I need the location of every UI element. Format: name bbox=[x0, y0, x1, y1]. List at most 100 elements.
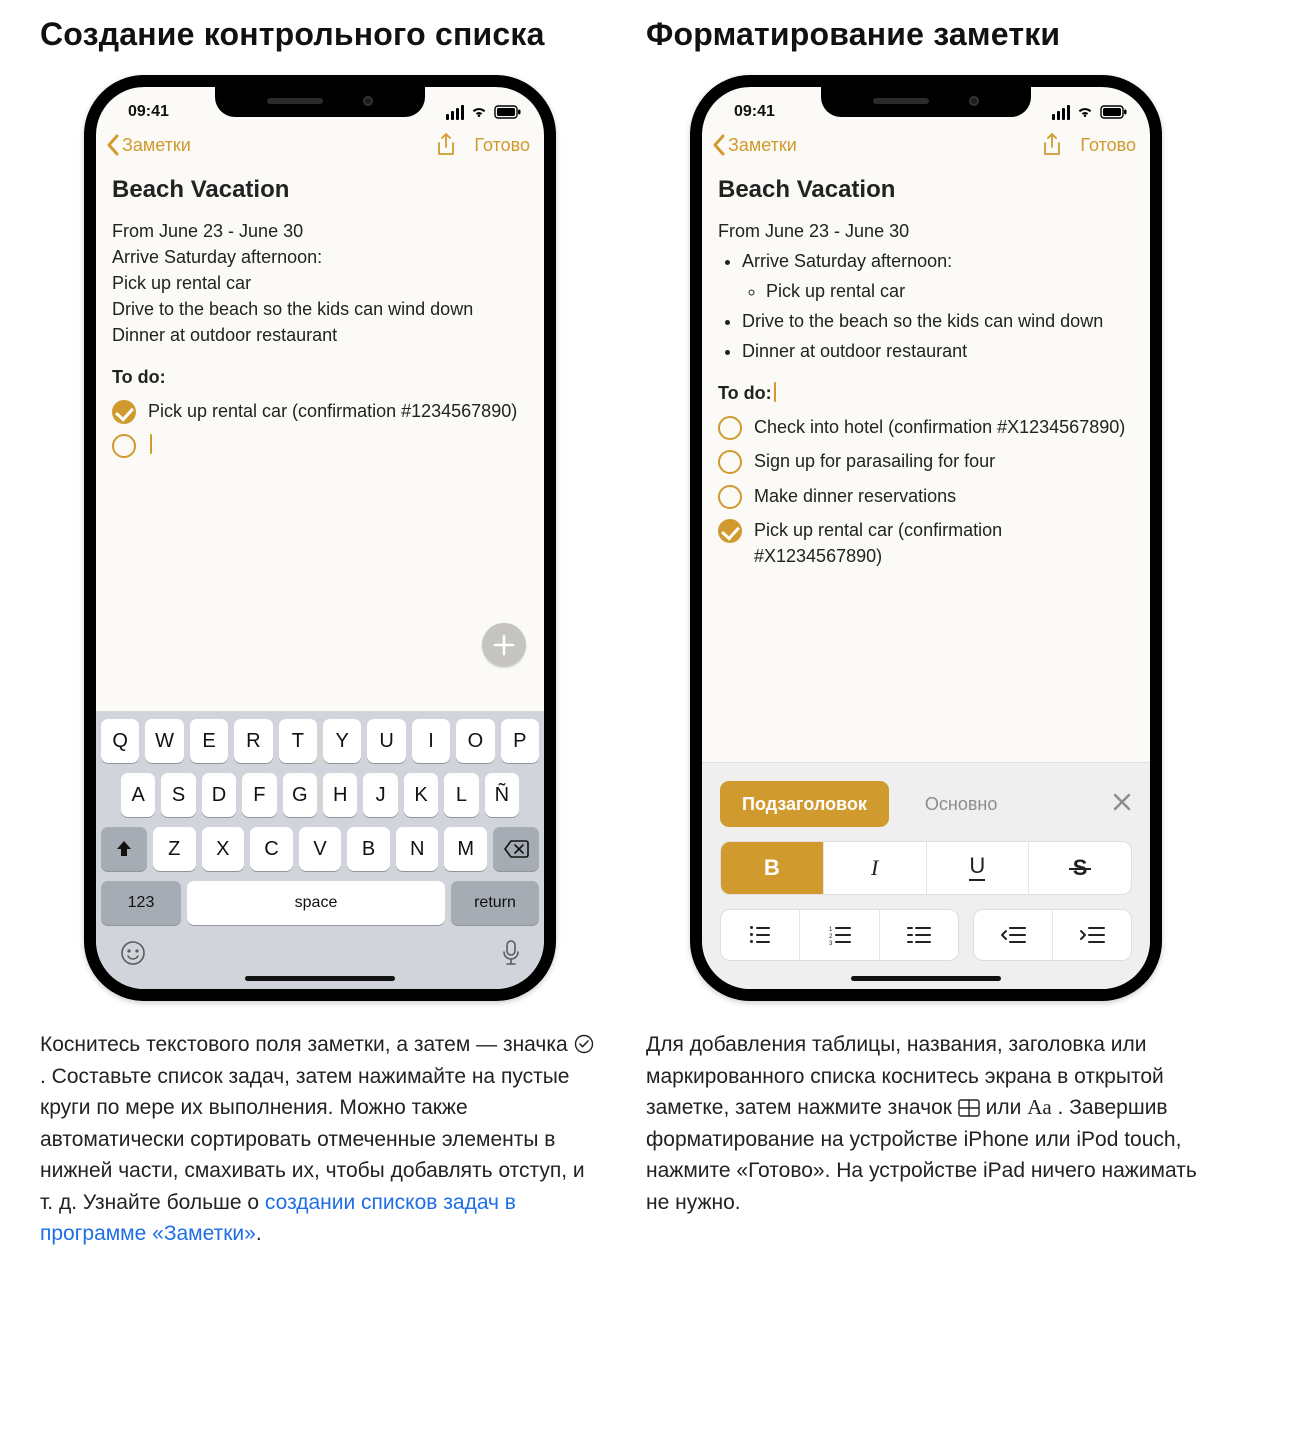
checklist-item[interactable]: Sign up for parasailing for four bbox=[718, 448, 1134, 474]
key-t[interactable]: T bbox=[279, 719, 317, 763]
status-time: 09:41 bbox=[118, 97, 169, 121]
battery-icon bbox=[494, 105, 522, 119]
empty-circle-icon[interactable] bbox=[718, 485, 742, 509]
key-m[interactable]: M bbox=[444, 827, 487, 871]
cell-signal-icon bbox=[1052, 105, 1070, 120]
mute-switch bbox=[84, 237, 86, 273]
checklist-text: Make dinner reservations bbox=[754, 483, 956, 509]
close-format-button[interactable] bbox=[1112, 792, 1132, 817]
vol-up bbox=[84, 297, 86, 363]
plus-icon bbox=[493, 634, 515, 656]
plus-fab[interactable] bbox=[482, 623, 526, 667]
key-shift[interactable] bbox=[101, 827, 147, 871]
side-button bbox=[1160, 317, 1162, 417]
home-indicator[interactable] bbox=[851, 976, 1001, 981]
dashed-list-button[interactable] bbox=[879, 910, 958, 960]
key-u[interactable]: U bbox=[367, 719, 405, 763]
list-item: Dinner at outdoor restaurant bbox=[742, 338, 1134, 364]
empty-circle-icon[interactable] bbox=[112, 434, 136, 458]
key-c[interactable]: C bbox=[250, 827, 293, 871]
checklist-item[interactable]: Make dinner reservations bbox=[718, 483, 1134, 509]
kb-row2: A S D F G H J K L Ñ bbox=[101, 773, 539, 817]
home-indicator[interactable] bbox=[245, 976, 395, 981]
share-button[interactable] bbox=[1042, 133, 1062, 157]
key-123[interactable]: 123 bbox=[101, 881, 181, 925]
side-button bbox=[554, 317, 556, 417]
status-time: 09:41 bbox=[724, 97, 775, 121]
bold-italic-row: B I U S bbox=[720, 841, 1132, 895]
list-type-seg: 123 bbox=[720, 909, 959, 961]
key-g[interactable]: G bbox=[283, 773, 317, 817]
checklist-item[interactable]: Check into hotel (confirmation #X1234567… bbox=[718, 414, 1134, 440]
cell-signal-icon bbox=[446, 105, 464, 120]
key-y[interactable]: Y bbox=[323, 719, 361, 763]
key-backspace[interactable] bbox=[493, 827, 539, 871]
key-l[interactable]: L bbox=[444, 773, 478, 817]
indent-button[interactable] bbox=[1052, 910, 1131, 960]
key-return[interactable]: return bbox=[451, 881, 539, 925]
key-n[interactable]: N bbox=[396, 827, 439, 871]
key-k[interactable]: K bbox=[404, 773, 438, 817]
note-content[interactable]: Beach Vacation From June 23 - June 30 Ar… bbox=[96, 163, 544, 459]
done-button[interactable]: Готово bbox=[474, 135, 530, 156]
empty-circle-icon[interactable] bbox=[718, 450, 742, 474]
key-r[interactable]: R bbox=[234, 719, 272, 763]
iphone-mock-left: 09:41 Заметки Готово bbox=[84, 75, 556, 1001]
underline-button[interactable]: U bbox=[926, 842, 1029, 894]
key-space[interactable]: space bbox=[187, 881, 445, 925]
checkmark-circle-icon[interactable] bbox=[112, 400, 136, 424]
numbered-list-icon: 123 bbox=[829, 926, 851, 944]
checklist-text: Pick up rental car (confirmation #X12345… bbox=[754, 517, 1134, 569]
note-content[interactable]: Beach Vacation From June 23 - June 30 Ar… bbox=[702, 163, 1150, 569]
style-chip-body[interactable]: Основно bbox=[903, 781, 1019, 827]
strikethrough-button[interactable]: S bbox=[1028, 842, 1131, 894]
back-button[interactable]: Заметки bbox=[106, 134, 191, 156]
key-v[interactable]: V bbox=[299, 827, 342, 871]
numbered-list-button[interactable]: 123 bbox=[799, 910, 878, 960]
note-line: From June 23 - June 30 bbox=[718, 218, 1134, 244]
checklist-text: Sign up for parasailing for four bbox=[754, 448, 995, 474]
key-b[interactable]: B bbox=[347, 827, 390, 871]
bulleted-list-button[interactable] bbox=[721, 910, 799, 960]
key-e[interactable]: E bbox=[190, 719, 228, 763]
column-checklist: Создание контрольного списка 09:41 Замет… bbox=[40, 10, 600, 1271]
checkmark-circle-icon[interactable] bbox=[718, 519, 742, 543]
mic-icon bbox=[501, 939, 521, 967]
back-button[interactable]: Заметки bbox=[712, 134, 797, 156]
key-z[interactable]: Z bbox=[153, 827, 196, 871]
note-line: Arrive Saturday afternoon: bbox=[112, 244, 528, 270]
note-line: From June 23 - June 30 bbox=[112, 218, 528, 244]
key-i[interactable]: I bbox=[412, 719, 450, 763]
share-icon bbox=[1042, 133, 1062, 157]
outdent-button[interactable] bbox=[974, 910, 1052, 960]
key-q[interactable]: Q bbox=[101, 719, 139, 763]
key-d[interactable]: D bbox=[202, 773, 236, 817]
key-o[interactable]: O bbox=[456, 719, 494, 763]
emoji-button[interactable] bbox=[119, 939, 147, 967]
key-ñ[interactable]: Ñ bbox=[485, 773, 519, 817]
key-j[interactable]: J bbox=[363, 773, 397, 817]
dictation-button[interactable] bbox=[501, 939, 521, 967]
empty-circle-icon[interactable] bbox=[718, 416, 742, 440]
notch bbox=[215, 85, 425, 117]
share-button[interactable] bbox=[436, 133, 456, 157]
bold-button[interactable]: B bbox=[721, 842, 823, 894]
key-a[interactable]: A bbox=[121, 773, 155, 817]
key-w[interactable]: W bbox=[145, 719, 183, 763]
style-chip-subheading[interactable]: Подзаголовок bbox=[720, 781, 889, 827]
key-h[interactable]: H bbox=[323, 773, 357, 817]
key-f[interactable]: F bbox=[242, 773, 276, 817]
keyboard[interactable]: Q W E R T Y U I O P A S D F G H bbox=[96, 711, 544, 989]
key-s[interactable]: S bbox=[161, 773, 195, 817]
italic-button[interactable]: I bbox=[823, 842, 926, 894]
wifi-icon bbox=[470, 105, 488, 119]
key-x[interactable]: X bbox=[202, 827, 245, 871]
list-item: Pick up rental car bbox=[766, 278, 1134, 304]
key-p[interactable]: P bbox=[501, 719, 539, 763]
note-line: Drive to the beach so the kids can wind … bbox=[112, 296, 528, 322]
done-button[interactable]: Готово bbox=[1080, 135, 1136, 156]
back-label: Заметки bbox=[122, 135, 191, 156]
checklist-item-checked[interactable]: Pick up rental car (confirmation #X12345… bbox=[718, 517, 1134, 569]
checklist-item-checked[interactable]: Pick up rental car (confirmation #123456… bbox=[112, 398, 528, 424]
checklist-item-empty[interactable] bbox=[112, 432, 528, 458]
